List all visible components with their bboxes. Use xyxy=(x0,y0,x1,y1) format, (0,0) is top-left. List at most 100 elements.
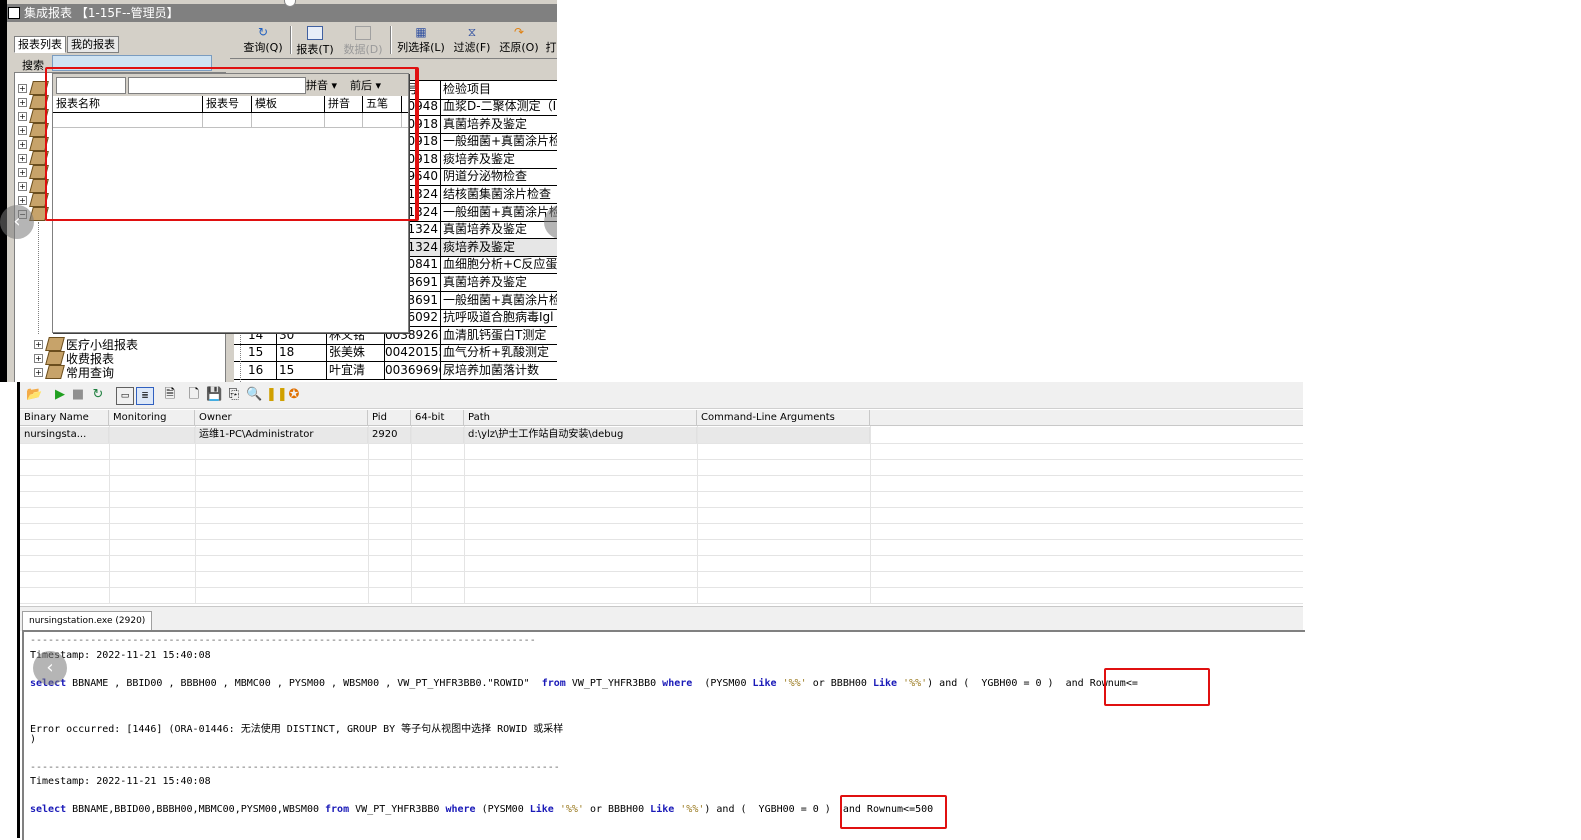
col-pid[interactable]: Pid xyxy=(368,410,411,426)
window-icon xyxy=(8,7,20,19)
col-path[interactable]: Path xyxy=(464,410,697,426)
expand-icon[interactable]: + xyxy=(18,154,27,163)
process-row[interactable]: nursingsta... 运维1-PC\Administrator 2920 … xyxy=(20,427,870,443)
cell-cmdline xyxy=(697,427,870,443)
search-label: 搜索 xyxy=(22,59,44,72)
log-error: Error occurred: [1446] (ORA-01446: 无法使用 … xyxy=(30,724,564,735)
cell-no: 16 xyxy=(248,363,264,377)
filter-label: 过滤(F) xyxy=(453,41,491,54)
col-cmdline[interactable]: Command-Line Arguments xyxy=(697,410,870,426)
expand-icon[interactable]: + xyxy=(18,196,27,205)
stop-icon[interactable]: ■ xyxy=(70,387,86,403)
restore-button[interactable]: ↷ 还原(O) xyxy=(498,24,540,56)
grid-line xyxy=(411,426,412,604)
log-error-close: ) xyxy=(30,734,37,745)
print-label: 打 xyxy=(545,41,557,54)
open-folder-icon[interactable]: 📂 xyxy=(26,387,42,403)
details-icon[interactable]: ≣ xyxy=(136,387,154,405)
col-64bit[interactable]: 64-bit xyxy=(411,410,464,426)
toolbar-separator xyxy=(390,26,392,54)
col-binary-name[interactable]: Binary Name xyxy=(20,410,109,426)
play-icon[interactable]: ▶ xyxy=(52,387,68,403)
filter-button[interactable]: ⧖ 过滤(F) xyxy=(450,24,494,56)
cell-patient-name: 叶宜清 xyxy=(326,362,387,379)
cell-pid: 2920 xyxy=(368,427,411,443)
expand-icon[interactable]: + xyxy=(34,340,43,349)
col-monitoring[interactable]: Monitoring xyxy=(109,410,195,426)
grid-line xyxy=(368,426,369,604)
grid-line xyxy=(20,587,1303,588)
expand-icon[interactable]: + xyxy=(18,140,27,149)
col-filler xyxy=(870,410,1303,426)
cell-item: 血浆D-二聚体测定（I xyxy=(440,98,557,115)
refresh-icon: ↻ xyxy=(257,25,269,39)
grid-row[interactable]: 16 15 叶宜清 00369696 尿培养加菌落计数 xyxy=(234,362,557,380)
grid-line xyxy=(20,571,1303,572)
expand-icon[interactable]: + xyxy=(18,126,27,135)
grid-line xyxy=(20,443,1303,444)
cell-item: 一般细菌+真菌涂片检 xyxy=(440,133,557,151)
cell-id: 00369696 xyxy=(384,362,440,379)
highlight-box-edge xyxy=(407,67,417,220)
new-file-icon[interactable]: 🗋 xyxy=(186,387,202,403)
cell-binary-name: nursingsta... xyxy=(20,427,109,443)
query-button[interactable]: ↻ 查询(Q) xyxy=(238,24,288,56)
tree-node-label: 常用查询 xyxy=(66,366,115,380)
grid-row[interactable]: 15 18 张美姝 00420155 血气分析+乳酸测定 xyxy=(234,344,557,363)
cell-64bit xyxy=(411,427,464,443)
cell-item: 真菌培养及鉴定 xyxy=(440,274,557,291)
expand-icon[interactable]: + xyxy=(18,112,27,121)
highlight-icon[interactable]: ✪ xyxy=(286,387,302,403)
grid-line xyxy=(195,426,196,604)
columns-icon: ▦ xyxy=(415,25,427,39)
expand-icon[interactable]: + xyxy=(34,354,43,363)
properties-icon[interactable]: 🗎 xyxy=(162,387,178,403)
column-select-button[interactable]: ▦ 列选择(L) xyxy=(394,24,448,56)
pause-icon[interactable]: ❚❚ xyxy=(266,387,288,403)
print-button[interactable]: 打 xyxy=(544,24,557,56)
report-app-window: 集成报表 【1-15F--管理员】 报表列表 我的报表 搜索 + + + + +… xyxy=(0,0,557,382)
pm-toolbar: 📂 ▶ ■ ↻ ▭ ≣ 🗎 🗋 💾 ⎘ 🔍 ❚❚ ✪ xyxy=(20,382,1303,409)
expand-icon[interactable]: + xyxy=(18,84,27,93)
prev-arrow-icon[interactable]: ‹ xyxy=(33,651,67,685)
cell-monitoring xyxy=(109,427,195,443)
cell-patient-name: 张美姝 xyxy=(326,344,387,362)
expand-icon[interactable]: + xyxy=(34,368,43,377)
grid-header-item: 检验项目 xyxy=(440,81,557,98)
data-button[interactable]: 数据(D) xyxy=(340,24,386,56)
grid-line xyxy=(20,491,1303,492)
window-icon[interactable]: ▭ xyxy=(116,387,134,405)
tab-nursingstation[interactable]: nursingstation.exe (2920) xyxy=(22,611,153,630)
window-titlebar: 集成报表 【1-15F--管理员】 xyxy=(0,4,557,22)
cell-item: 真菌培养及鉴定 xyxy=(440,115,557,133)
expand-icon[interactable]: + xyxy=(18,98,27,107)
table-icon xyxy=(307,26,323,40)
print-icon xyxy=(544,26,557,38)
grid-line xyxy=(20,555,1303,556)
copy-icon[interactable]: ⎘ xyxy=(226,387,242,403)
query-label: 查询(Q) xyxy=(243,41,283,54)
refresh-icon[interactable]: ↻ xyxy=(90,387,106,403)
data-label: 数据(D) xyxy=(343,43,383,56)
grid-gutter xyxy=(234,330,241,382)
left-frame xyxy=(0,0,7,382)
tree-guide-line xyxy=(38,222,40,334)
save-icon[interactable]: 💾 xyxy=(206,387,222,403)
cell-item: 血细胞分析+C反应蛋白 xyxy=(440,256,557,274)
expand-icon[interactable]: + xyxy=(18,182,27,191)
restore-icon: ↷ xyxy=(513,25,525,39)
col-owner[interactable]: Owner xyxy=(195,410,368,426)
log-output[interactable]: ----------------------------------------… xyxy=(22,630,1305,840)
find-icon[interactable]: 🔍 xyxy=(246,387,262,403)
report-button[interactable]: 报表(T) xyxy=(292,24,338,56)
highlight-box-sql-2 xyxy=(840,795,947,829)
highlight-box-sql-1 xyxy=(1104,668,1210,706)
process-list[interactable]: Binary Name Monitoring Owner Pid 64-bit … xyxy=(20,410,1303,606)
pm-tabbar: nursingstation.exe (2920) xyxy=(20,606,1303,631)
tab-my-reports[interactable]: 我的报表 xyxy=(67,36,119,53)
tab-report-list[interactable]: 报表列表 xyxy=(14,36,66,53)
log-separator: ----------------------------------------… xyxy=(30,762,560,773)
prev-arrow-icon[interactable]: ‹ xyxy=(0,205,34,239)
cell-item: 一般细菌+真菌涂片检 xyxy=(440,203,557,221)
expand-icon[interactable]: + xyxy=(18,168,27,177)
